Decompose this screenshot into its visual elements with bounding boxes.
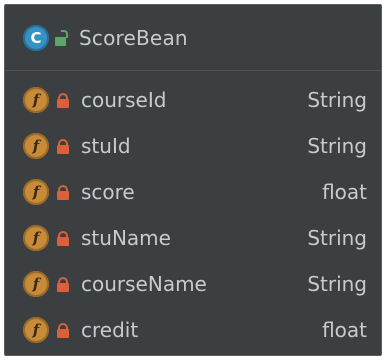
field-icon: f [23,225,49,251]
private-lock-icon [57,230,69,246]
field-row-credit[interactable]: f credit float [5,307,381,353]
structure-popup: C ScoreBean f courseId String f stuId St… [4,4,382,356]
field-type: String [307,134,367,158]
private-lock-icon [57,322,69,338]
field-type: String [307,226,367,250]
field-list: f courseId String f stuId String f score… [5,71,381,353]
private-lock-icon [57,276,69,292]
field-icon: f [23,133,49,159]
public-lock-icon [55,29,69,46]
field-icon: f [23,87,49,113]
field-name: courseName [81,272,207,296]
class-name: ScoreBean [79,25,188,50]
field-row-stuname[interactable]: f stuName String [5,215,381,261]
field-icon: f [23,271,49,297]
field-row-coursename[interactable]: f courseName String [5,261,381,307]
class-icon: C [23,24,49,51]
class-header[interactable]: C ScoreBean [5,5,381,71]
field-row-score[interactable]: f score float [5,169,381,215]
field-type: float [322,180,367,204]
private-lock-icon [57,92,69,108]
field-type: String [307,88,367,112]
field-row-courseid[interactable]: f courseId String [5,77,381,123]
field-name: stuName [81,226,171,250]
field-name: stuId [81,134,131,158]
private-lock-icon [57,138,69,154]
field-name: score [81,180,135,204]
field-type: float [322,318,367,342]
field-name: courseId [81,88,167,112]
private-lock-icon [57,184,69,200]
field-icon: f [23,179,49,205]
field-row-stuid[interactable]: f stuId String [5,123,381,169]
field-name: credit [81,318,139,342]
field-icon: f [23,317,49,343]
field-type: String [307,272,367,296]
